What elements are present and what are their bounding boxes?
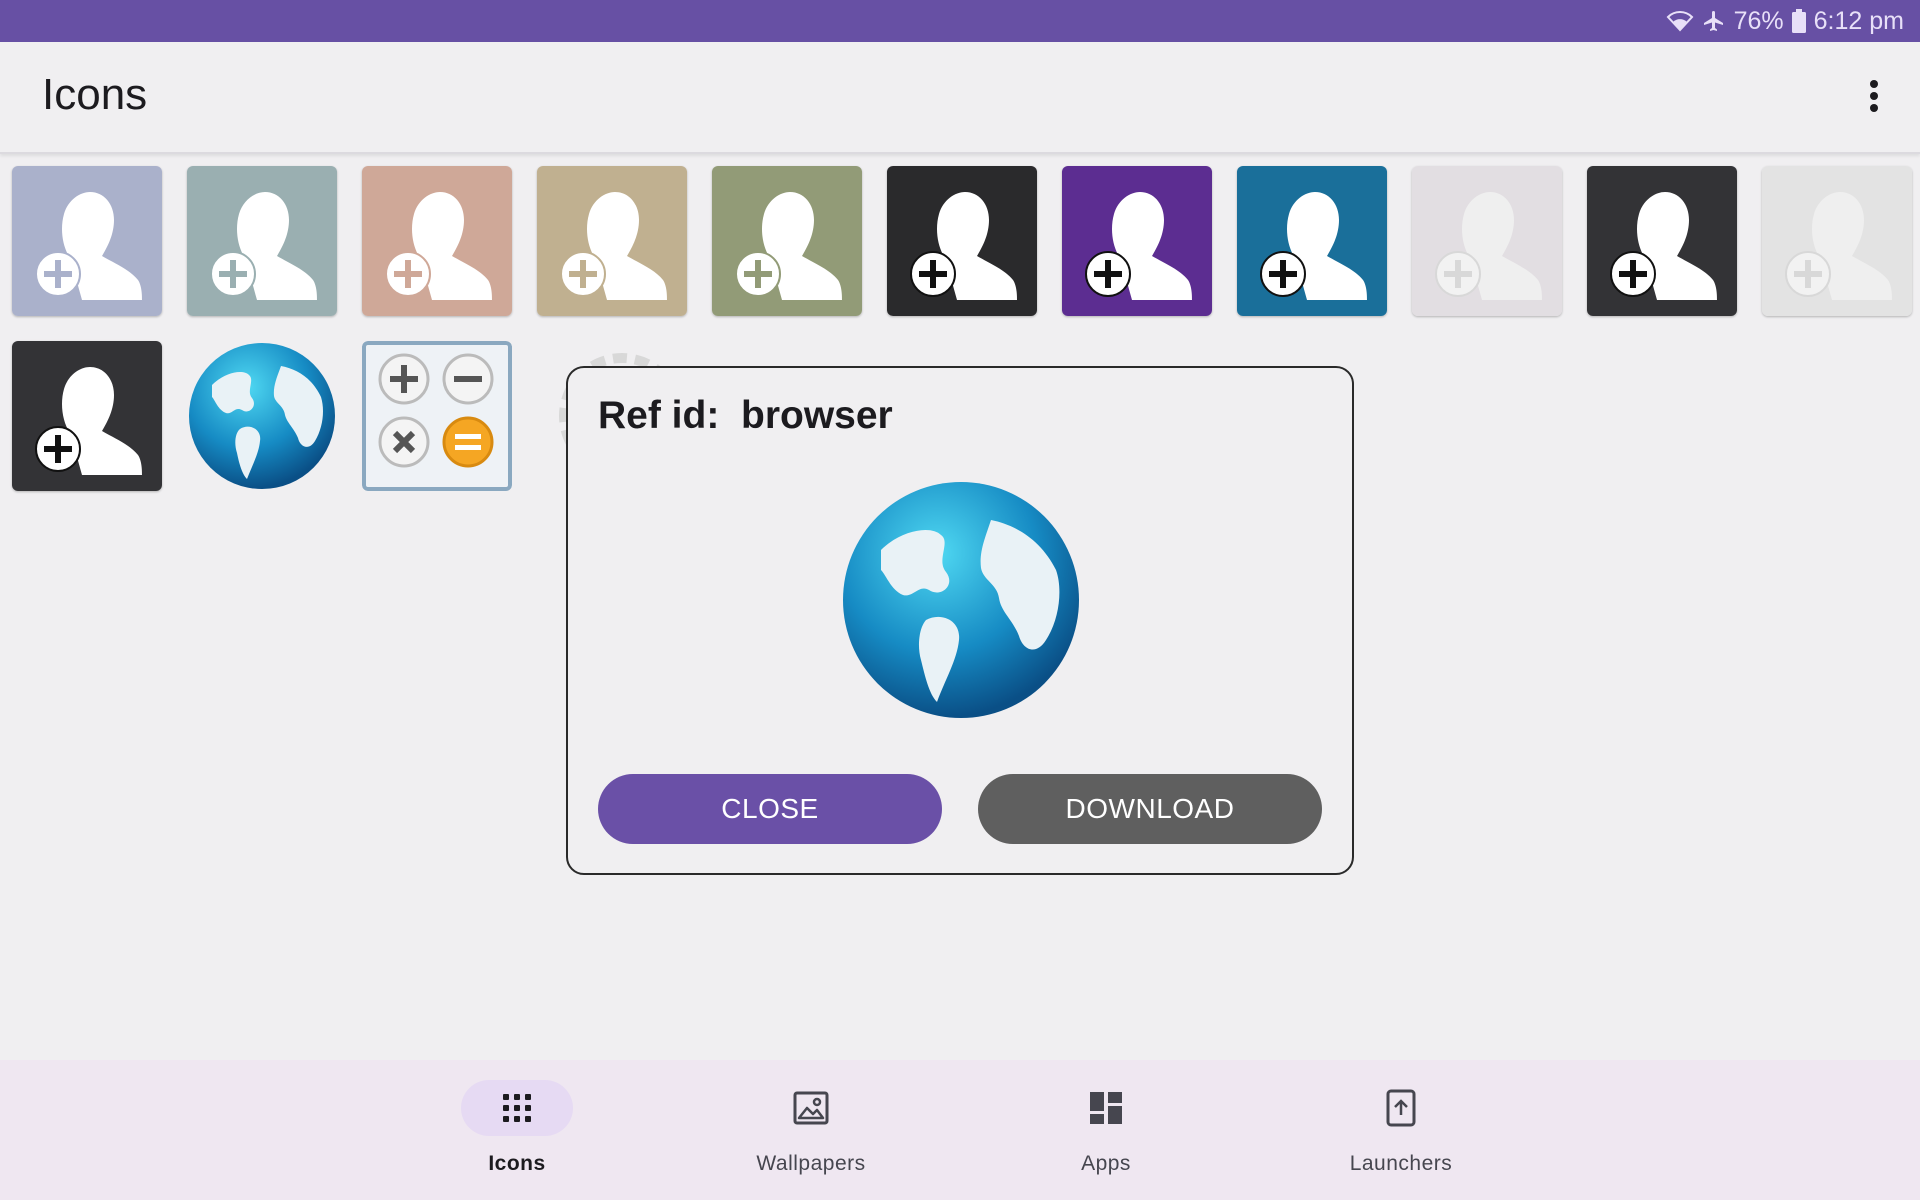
icon-tile-add-contact-5[interactable]: [712, 166, 862, 316]
airplane-mode-icon: [1702, 9, 1726, 33]
icon-tile-add-contact-3[interactable]: [362, 166, 512, 316]
nav-item-launchers[interactable]: Launchers: [1291, 1060, 1511, 1200]
icon-tile-add-contact[interactable]: [12, 341, 162, 491]
add-contact-icon: [1587, 166, 1737, 316]
icon-tile-add-contact-10[interactable]: [1587, 166, 1737, 316]
nav-pill-launchers: [1345, 1080, 1457, 1136]
globe-icon: [841, 480, 1081, 720]
add-contact-icon: [887, 166, 1037, 316]
icon-tile-browser[interactable]: [187, 341, 337, 491]
add-contact-icon: [187, 166, 337, 316]
download-button[interactable]: DOWNLOAD: [978, 774, 1322, 844]
apps-grid-icon: [503, 1094, 531, 1122]
icon-tile-add-contact-8[interactable]: [1237, 166, 1387, 316]
battery-percent: 76%: [1733, 6, 1784, 35]
nav-label-wallpapers: Wallpapers: [756, 1152, 866, 1175]
icon-tile-add-contact-4[interactable]: [537, 166, 687, 316]
nav-item-icons[interactable]: Icons: [407, 1060, 627, 1200]
nav-pill-wallpapers: [755, 1080, 867, 1136]
icon-tile-add-contact-2[interactable]: [187, 166, 337, 316]
dashboard-icon: [1090, 1092, 1122, 1124]
nav-label-apps: Apps: [1081, 1152, 1131, 1175]
icon-tile-add-contact-9[interactable]: [1412, 166, 1562, 316]
icon-tile-add-contact-6[interactable]: [887, 166, 1037, 316]
close-button[interactable]: CLOSE: [598, 774, 942, 844]
image-icon: [793, 1091, 829, 1125]
dialog-title: Ref id: browser: [598, 394, 893, 437]
globe-icon: [189, 343, 335, 489]
add-contact-icon: [1412, 166, 1562, 316]
nav-label-launchers: Launchers: [1349, 1152, 1453, 1175]
more-options-button[interactable]: [1846, 68, 1902, 124]
icon-preview-dialog: Ref id: browser CLOSE DOWNLOAD: [566, 366, 1354, 875]
page-title: Icons: [42, 70, 148, 119]
add-contact-icon: [1237, 166, 1387, 316]
icon-tile-add-contact-11[interactable]: [1762, 166, 1912, 316]
icon-tile-calculator[interactable]: [362, 341, 512, 491]
more-vert-icon: [1870, 80, 1878, 112]
nav-pill-icons: [461, 1080, 573, 1136]
calculator-icon: [362, 341, 512, 491]
nav-pill-apps: [1050, 1080, 1162, 1136]
add-contact-icon: [712, 166, 862, 316]
add-contact-icon: [1762, 166, 1912, 316]
status-bar: 76% 6:12 pm: [0, 0, 1920, 42]
app-bar: Icons: [0, 42, 1920, 154]
add-contact-icon: [1062, 166, 1212, 316]
icon-tile-add-contact-1[interactable]: [12, 166, 162, 316]
nav-item-apps[interactable]: Apps: [996, 1060, 1216, 1200]
nav-label-icons: Icons: [488, 1152, 546, 1175]
battery-icon: [1791, 9, 1806, 33]
add-contact-icon: [362, 166, 512, 316]
add-contact-icon: [12, 166, 162, 316]
add-contact-icon: [12, 341, 162, 491]
nav-item-wallpapers[interactable]: Wallpapers: [701, 1060, 921, 1200]
install-mobile-icon: [1386, 1089, 1416, 1127]
bottom-navigation: Icons Wallpapers Apps Launchers: [0, 1060, 1920, 1200]
wifi-icon: [1666, 10, 1694, 32]
clock: 6:12 pm: [1813, 6, 1904, 35]
add-contact-icon: [537, 166, 687, 316]
icon-tile-add-contact-7[interactable]: [1062, 166, 1212, 316]
